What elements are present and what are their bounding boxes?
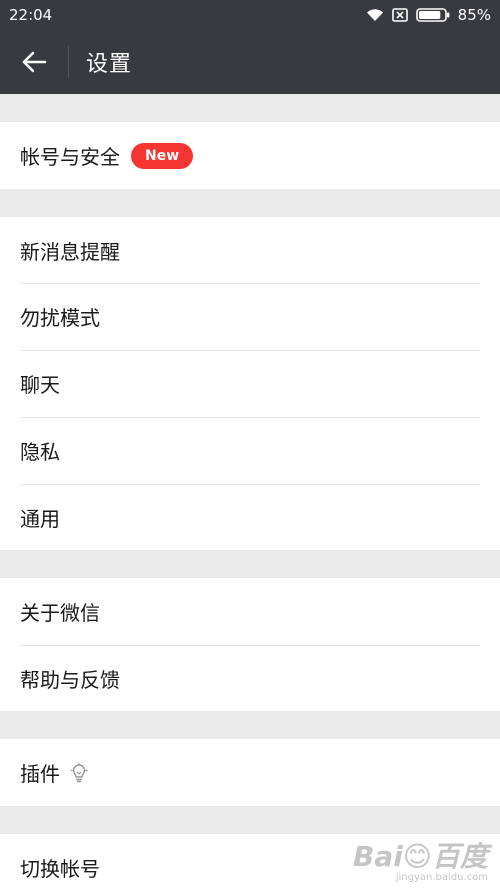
toolbar-divider bbox=[68, 46, 69, 78]
settings-item-label: 帐号与安全 bbox=[20, 145, 120, 169]
baidu-watermark: Bai😊百度 jingyan.baidu.com bbox=[353, 843, 488, 883]
page-title: 设置 bbox=[86, 52, 133, 77]
settings-item-account-security[interactable]: 帐号与安全 New bbox=[0, 122, 500, 189]
battery-percent: 85% bbox=[457, 6, 491, 24]
settings-item-chats[interactable]: 聊天 bbox=[0, 350, 500, 417]
settings-item-label: 切换帐号 bbox=[20, 857, 100, 881]
back-button[interactable] bbox=[0, 30, 68, 94]
settings-item-new-message-alerts[interactable]: 新消息提醒 bbox=[0, 217, 500, 283]
status-icons: 85% bbox=[366, 6, 491, 24]
wifi-icon bbox=[366, 8, 384, 22]
toolbar: 设置 bbox=[0, 30, 500, 94]
battery-icon bbox=[415, 8, 450, 22]
status-time: 22:04 bbox=[9, 6, 53, 24]
section-main: 新消息提醒 勿扰模式 聊天 隐私 通用 bbox=[0, 217, 500, 550]
section-plugins: 插件 bbox=[0, 739, 500, 806]
settings-item-label: 新消息提醒 bbox=[20, 239, 120, 264]
settings-item-do-not-disturb[interactable]: 勿扰模式 bbox=[0, 283, 500, 350]
arrow-left-icon bbox=[21, 51, 47, 73]
status-bar: 22:04 85% bbox=[0, 0, 500, 30]
settings-item-privacy[interactable]: 隐私 bbox=[0, 417, 500, 484]
settings-item-about-wechat[interactable]: 关于微信 bbox=[0, 578, 500, 645]
settings-item-label: 关于微信 bbox=[20, 601, 100, 625]
settings-item-label: 隐私 bbox=[20, 440, 60, 464]
section-about: 关于微信 帮助与反馈 bbox=[0, 578, 500, 711]
settings-item-help-feedback[interactable]: 帮助与反馈 bbox=[0, 645, 500, 711]
settings-item-label: 插件 bbox=[20, 762, 60, 786]
watermark-logo: Bai😊百度 bbox=[352, 840, 488, 873]
settings-item-label: 聊天 bbox=[20, 373, 60, 397]
settings-item-label: 勿扰模式 bbox=[20, 306, 100, 330]
watermark-url: jingyan.baidu.com bbox=[395, 872, 488, 883]
settings-item-general[interactable]: 通用 bbox=[0, 484, 500, 550]
lightbulb-icon bbox=[70, 762, 88, 783]
section-account: 帐号与安全 New bbox=[0, 122, 500, 189]
sim-blocked-icon bbox=[391, 8, 408, 22]
new-badge: New bbox=[131, 142, 194, 169]
settings-item-label: 帮助与反馈 bbox=[20, 667, 120, 692]
settings-item-plugins[interactable]: 插件 bbox=[0, 739, 500, 806]
settings-item-label: 通用 bbox=[20, 506, 60, 531]
settings-screen: 22:04 85% 设置 帐号与安全 New 新消息提醒 勿扰模式 聊天 隐私 … bbox=[0, 0, 500, 889]
